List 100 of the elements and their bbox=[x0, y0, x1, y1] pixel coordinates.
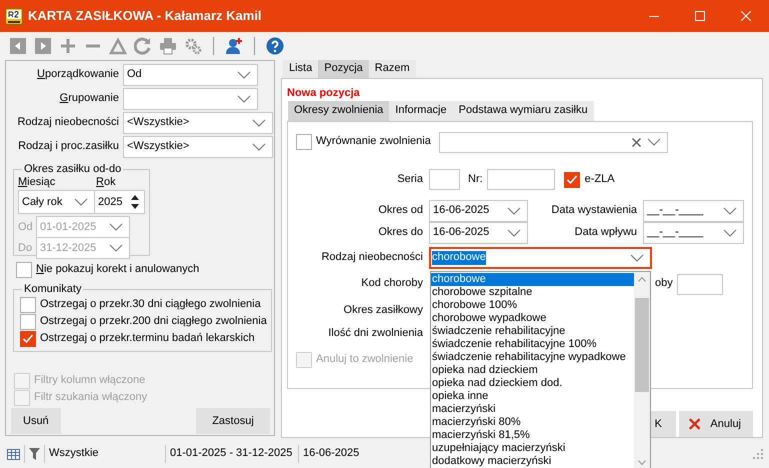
dropdown-option[interactable]: chorobowe 100% bbox=[431, 299, 634, 312]
checkbox-label: Ostrzegaj o przekr.30 dni ciągłego zwolnienia bbox=[40, 298, 261, 312]
field-label: Okres zasiłkowy bbox=[342, 304, 424, 318]
add-person-icon[interactable] bbox=[225, 37, 243, 55]
date-dropdown[interactable]: 16-06-2025 bbox=[429, 200, 528, 222]
number-field[interactable] bbox=[486, 169, 555, 190]
dropdown[interactable]: <Wszystkie> bbox=[123, 136, 273, 158]
checkbox[interactable] bbox=[564, 172, 580, 188]
checkbox-label: Wyrównanie zwolnienia bbox=[316, 135, 432, 149]
table-icon[interactable] bbox=[7, 448, 20, 460]
chevron-icon bbox=[507, 229, 521, 237]
window-title: KARTA ZASIŁKOWA - Kałamarz Kamil bbox=[28, 8, 262, 24]
chevron-icon bbox=[109, 223, 123, 232]
field-label: Seria bbox=[396, 172, 424, 186]
checkbox-label: Filtry kolumn włączone bbox=[34, 374, 146, 388]
chevron-icon bbox=[237, 71, 251, 79]
text-field[interactable] bbox=[676, 274, 723, 294]
chevron-icon bbox=[74, 198, 88, 206]
checkbox[interactable] bbox=[16, 262, 32, 278]
field-label: Rodzaj i proc.zasiłku bbox=[17, 140, 120, 154]
scroll-down-icon[interactable] bbox=[638, 460, 646, 465]
chevron-icon bbox=[723, 229, 737, 237]
tab[interactable]: Okresy zwolnienia bbox=[288, 101, 390, 121]
dropdown-option[interactable]: opieka nad dzieckiem dod. bbox=[431, 377, 634, 390]
dropdown[interactable]: <Wszystkie> bbox=[123, 112, 273, 134]
field-label: Rodzaj nieobecności bbox=[16, 116, 120, 130]
tab[interactable]: Informacje bbox=[389, 101, 453, 121]
app-logo-icon bbox=[5, 8, 23, 24]
chevron-icon bbox=[630, 254, 644, 262]
status-filter: Wszystkie bbox=[49, 447, 100, 461]
date-dropdown[interactable]: __-__-____ bbox=[643, 200, 744, 222]
dropdown-option[interactable]: chorobowe bbox=[431, 273, 634, 286]
tab[interactable]: Pozycja bbox=[318, 60, 369, 78]
date-dropdown[interactable]: __-__-____ bbox=[643, 222, 744, 244]
field-label: Do bbox=[18, 242, 34, 255]
absence-type-dropdown[interactable]: chorobowe bbox=[429, 247, 652, 269]
dropdown-option[interactable]: świadczenie rehabilitacyjne wypadkowe bbox=[431, 351, 634, 364]
dropdown-option[interactable]: macierzyński 81,5% bbox=[431, 429, 634, 442]
dropdown-option[interactable]: chorobowe wypadkowe bbox=[431, 312, 634, 325]
checkbox[interactable] bbox=[20, 296, 36, 313]
checkbox-label: e-ZLA bbox=[584, 172, 615, 186]
month-dropdown[interactable]: Cały rok bbox=[19, 191, 95, 214]
field-label: Miesiąc bbox=[18, 176, 56, 190]
cross-icon bbox=[689, 417, 700, 431]
field-label: Rodzaj nieobecności bbox=[320, 251, 424, 265]
dropdown[interactable]: Od bbox=[123, 64, 258, 86]
chevron-icon bbox=[252, 119, 266, 127]
field-label: oby bbox=[655, 277, 673, 291]
status-date: 16-06-2025 bbox=[303, 447, 360, 461]
field-label: Od bbox=[18, 220, 34, 234]
dropdown-option[interactable]: dodatkowy macierzyński bbox=[431, 455, 634, 468]
delete-button[interactable]: Usuń bbox=[11, 408, 61, 434]
scroll-thumb[interactable] bbox=[635, 298, 649, 392]
clear-icon[interactable] bbox=[632, 138, 641, 146]
dropdown-option[interactable]: opieka nad dzieckiem bbox=[431, 364, 634, 377]
field-label: Okres do bbox=[377, 226, 424, 240]
field-label: Data wpływu bbox=[574, 226, 638, 240]
status-range: 01-01-2025 - 31-12-2025 bbox=[170, 447, 294, 461]
field-label: Kod choroby bbox=[360, 277, 424, 291]
field-label: Nr: bbox=[468, 172, 483, 186]
chevron-icon bbox=[252, 143, 266, 151]
dropdown[interactable] bbox=[123, 88, 258, 110]
date-dropdown[interactable]: 16-06-2025 bbox=[429, 222, 528, 244]
dropdown-option[interactable]: opieka inne bbox=[431, 390, 634, 403]
apply-button[interactable]: Zastosuj bbox=[196, 408, 270, 434]
dropdown-option[interactable]: świadczenie rehabilitacyjne bbox=[431, 325, 634, 338]
checkbox-label: Nie pokazuj korekt i anulowanych bbox=[36, 263, 200, 277]
dropdown-option[interactable]: uzupełniający macierzyński bbox=[431, 442, 634, 455]
resize-grip-icon[interactable] bbox=[753, 449, 763, 459]
checkbox[interactable] bbox=[20, 330, 36, 347]
chevron-icon bbox=[507, 207, 521, 215]
checkbox[interactable] bbox=[20, 314, 36, 330]
chevron-icon bbox=[109, 244, 123, 252]
checkbox[interactable] bbox=[296, 134, 312, 150]
field-label: Okres od bbox=[377, 204, 424, 218]
record-heading: Nowa pozycja bbox=[287, 86, 361, 100]
cancel-button[interactable]: Anuluj bbox=[679, 411, 753, 437]
dropdown-option[interactable]: macierzyński bbox=[431, 403, 634, 416]
tab[interactable]: Podstawa wymiaru zasiłku bbox=[452, 101, 594, 121]
dropdown-option[interactable]: macierzyński 80% bbox=[431, 416, 634, 429]
chevron-icon bbox=[647, 138, 661, 146]
dropdown-option[interactable]: chorobowe szpitalne bbox=[431, 286, 634, 299]
scroll-up-icon[interactable] bbox=[638, 277, 646, 282]
field-label: Data wystawienia bbox=[550, 204, 638, 218]
checkbox-label: Ostrzegaj o przekr.terminu badań lekarskich bbox=[40, 332, 255, 346]
field-label: Ilość dni zwolnienia bbox=[327, 327, 424, 341]
series-field[interactable] bbox=[429, 169, 460, 190]
tab[interactable]: Razem bbox=[368, 60, 416, 78]
help-icon[interactable] bbox=[266, 37, 284, 55]
filter-icon[interactable] bbox=[29, 448, 40, 460]
year-spinner[interactable]: 2025 bbox=[95, 191, 144, 214]
tab[interactable]: Lista bbox=[283, 60, 318, 78]
group-title: Okres zasiłku od-do bbox=[23, 163, 122, 176]
field-label: Grupowanie bbox=[58, 92, 120, 106]
scrollbar[interactable] bbox=[634, 272, 650, 468]
dropdown-option[interactable]: świadczenie rehabilitacyjne 100% bbox=[431, 338, 634, 351]
chevron-icon bbox=[723, 207, 737, 215]
checkbox-label: Filtr szukania włączony bbox=[34, 391, 148, 404]
field-label: Rok bbox=[96, 176, 116, 190]
spinner-arrows-icon[interactable] bbox=[130, 194, 140, 210]
